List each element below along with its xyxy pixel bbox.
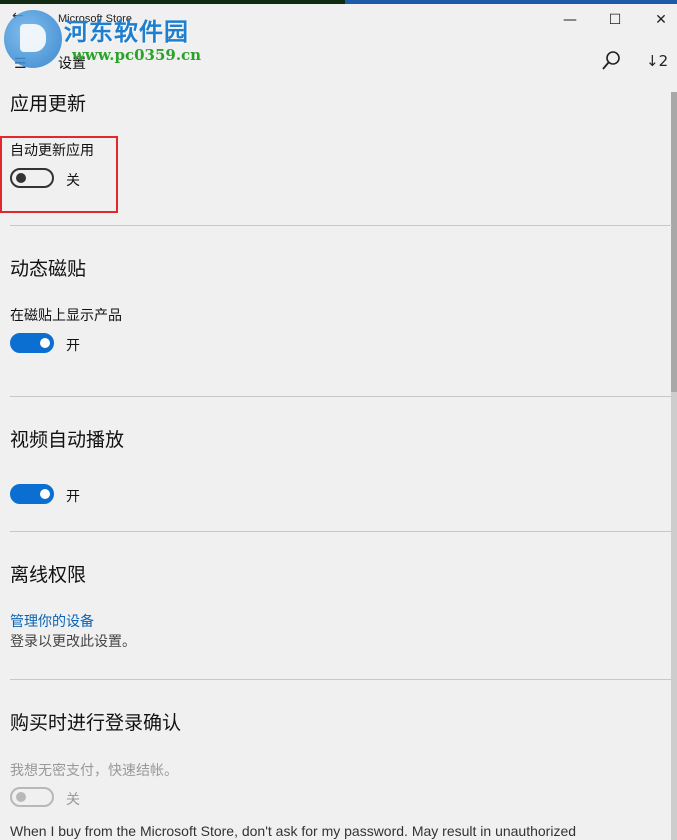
search-icon[interactable] <box>600 50 622 72</box>
live-tile-toggle[interactable] <box>10 333 54 353</box>
downloads-button[interactable]: ↓2 <box>646 52 668 70</box>
video-autoplay-toggle[interactable] <box>10 484 54 504</box>
divider <box>10 531 672 532</box>
section-heading: 离线权限 <box>10 564 87 586</box>
highlight-box <box>0 136 118 213</box>
section-heading: 购买时进行登录确认 <box>10 712 182 734</box>
purchase-signin-toggle[interactable] <box>10 787 54 807</box>
toggle-state-label: 关 <box>66 792 80 808</box>
minimize-button[interactable]: — <box>556 8 584 32</box>
toggle-state-label: 开 <box>66 338 80 354</box>
manage-devices-link[interactable]: 管理你的设备 <box>10 611 94 631</box>
section-heading: 视频自动播放 <box>10 429 125 451</box>
section-heading: 应用更新 <box>10 93 87 115</box>
maximize-button[interactable]: ☐ <box>601 8 629 32</box>
background-strip <box>0 0 345 4</box>
watermark-text: 河东软件园 <box>64 18 189 46</box>
background-strip-blue <box>345 0 677 4</box>
purchase-footer-text: When I buy from the Microsoft Store, don… <box>10 823 577 839</box>
watermark-logo: 河东软件园 www.pc0359.cn <box>4 8 214 68</box>
close-button[interactable]: ✕ <box>647 8 675 32</box>
setting-label: 我想无密支付，快速结帐。 <box>10 763 178 779</box>
scrollbar-thumb[interactable] <box>671 92 677 392</box>
toggle-knob <box>40 489 50 499</box>
toggle-state-label: 开 <box>66 489 80 505</box>
divider <box>10 225 672 226</box>
section-heading: 动态磁贴 <box>10 258 87 280</box>
divider <box>10 679 672 680</box>
watermark-url: www.pc0359.cn <box>72 46 202 64</box>
sign-in-note: 登录以更改此设置。 <box>10 634 136 650</box>
divider <box>10 396 672 397</box>
toggle-knob <box>40 338 50 348</box>
setting-label: 在磁贴上显示产品 <box>10 308 122 324</box>
watermark-logo-icon <box>4 10 62 68</box>
toggle-knob <box>16 792 26 802</box>
